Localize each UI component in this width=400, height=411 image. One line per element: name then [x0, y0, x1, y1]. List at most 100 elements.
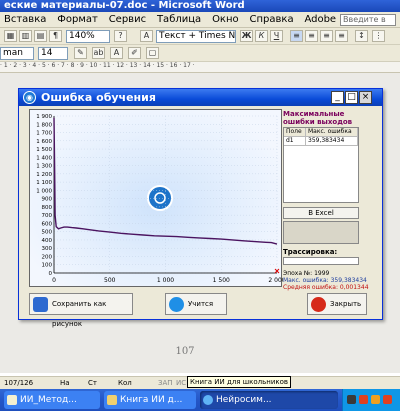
bold-icon[interactable]: Ж	[240, 30, 253, 42]
word-title-bar: еские материалы-07.doc - Microsoft Word	[0, 0, 400, 12]
line-spacing-icon[interactable]: ↕	[355, 30, 368, 42]
y-tick-label: 1 200	[36, 172, 52, 178]
y-tick-label: 100	[42, 263, 53, 269]
align-right-icon[interactable]: ≡	[320, 30, 333, 42]
status-rec[interactable]: ЗАП	[158, 377, 173, 389]
trace-label: Трассировка:	[283, 248, 338, 256]
justify-icon[interactable]: ≡	[335, 30, 348, 42]
trace-progress	[283, 257, 359, 265]
system-tray	[342, 389, 400, 411]
tray-icon[interactable]	[347, 395, 356, 404]
max-error-label: Макс. ошибка: 359,383434	[283, 277, 367, 284]
border-icon[interactable]: ▢	[146, 47, 159, 59]
font-color-icon[interactable]: A	[110, 47, 123, 59]
status-page: 107/126	[4, 379, 34, 387]
menu-item-window[interactable]: Окно	[208, 12, 243, 28]
x-tick-label: 0	[52, 277, 56, 284]
close-circle-icon	[311, 297, 326, 312]
avg-error-label: Средняя ошибка: 0,001344	[283, 284, 369, 291]
learn-label: Учится	[188, 300, 214, 308]
table-header-max-error: Макс. ошибка	[306, 128, 358, 137]
numbering-icon[interactable]: ⋮	[372, 30, 385, 42]
status-ispr[interactable]: ИС	[176, 377, 186, 389]
task-label: ИИ_Метод...	[20, 395, 77, 405]
taskbar: ИИ_Метод... Книга ИИ д... Нейросим...	[0, 389, 400, 411]
error-series-line	[53, 117, 278, 245]
y-tick-label: 200	[42, 254, 53, 260]
chart-icon[interactable]: ▤	[34, 30, 47, 42]
play-icon	[169, 297, 184, 312]
draw-icon[interactable]: ✐	[128, 47, 141, 59]
y-tick-label: 500	[42, 230, 53, 236]
styles-icon[interactable]: A	[140, 30, 153, 42]
style-select[interactable]: Текст + Times N	[156, 30, 236, 43]
italic-icon[interactable]: К	[255, 30, 268, 42]
formatting-toolbar: man 14 ✎ ab A ✐ ▢	[0, 45, 400, 62]
tray-icon[interactable]	[371, 395, 380, 404]
menu-item-help[interactable]: Справка	[246, 12, 298, 28]
task-button-book[interactable]: Книга ИИ д...	[104, 391, 196, 409]
tray-icon[interactable]	[359, 395, 368, 404]
font-size-select[interactable]: 14	[38, 47, 68, 60]
save-image-icon	[33, 297, 48, 312]
table-cell-field: d1	[284, 137, 306, 146]
maximize-icon[interactable]: □	[345, 91, 358, 104]
align-center-icon[interactable]: ≡	[305, 30, 318, 42]
help-icon[interactable]: ?	[114, 30, 127, 42]
zoom-select[interactable]: 140%	[66, 30, 110, 43]
y-tick-label: 700	[42, 213, 53, 219]
y-tick-label: 1 700	[36, 131, 52, 137]
menu-item-format[interactable]: Формат	[53, 12, 102, 28]
table-header-field: Поле	[284, 128, 306, 137]
y-tick-label: 900	[42, 197, 53, 203]
info-box	[283, 221, 359, 244]
y-tick-label: 400	[42, 238, 53, 244]
y-tick-label: 600	[42, 221, 53, 227]
menu-item-table[interactable]: Таблица	[153, 12, 205, 28]
highlight-icon[interactable]: ab	[92, 47, 105, 59]
x-tick-label: 1 000	[157, 277, 174, 284]
underline-icon[interactable]: Ч	[270, 30, 283, 42]
error-chart-svg: 0 100 200 300 400 500 600 700 800 900 1 000 1 100 1 …	[36, 114, 286, 284]
columns-icon[interactable]: ▥	[19, 30, 32, 42]
close-button[interactable]: Закрыть	[307, 293, 367, 315]
document-icon	[7, 395, 17, 405]
save-image-label: Сохранить как рисунок	[52, 300, 107, 328]
task-label: Книга ИИ д...	[120, 395, 183, 405]
pen-icon[interactable]: ✎	[74, 47, 87, 59]
menu-item-insert[interactable]: Вставка	[0, 12, 50, 28]
neural-logo-icon: ◉	[23, 91, 36, 104]
learn-button[interactable]: Учится	[165, 293, 227, 315]
align-left-icon[interactable]: ≡	[290, 30, 303, 42]
paragraph-icon[interactable]: ¶	[49, 30, 62, 42]
minimize-icon[interactable]: _	[331, 91, 344, 104]
y-tick-label: 1 000	[36, 188, 52, 194]
menu-item-service[interactable]: Сервис	[105, 12, 150, 28]
y-tick-label: 1 900	[36, 114, 52, 120]
task-label: Нейросим...	[216, 395, 272, 405]
close-icon[interactable]: ×	[359, 91, 372, 104]
error-chart: 0 100 200 300 400 500 600 700 800 900 1 000 1 100 1 …	[29, 109, 286, 287]
y-tick-label: 1 400	[36, 155, 52, 161]
save-image-button[interactable]: Сохранить как рисунок	[29, 293, 133, 328]
font-select[interactable]: man	[0, 47, 34, 60]
tooltip: Книга ИИ для школьников	[187, 376, 292, 388]
epoch-label: Эпоха №: 1999	[283, 270, 330, 277]
status-at: На	[60, 379, 70, 387]
dialog-title: Ошибка обучения	[19, 89, 382, 106]
standard-toolbar: ▦ ▥ ▤ ¶ 140% ? A Текст + Times N Ж К Ч ≡…	[0, 28, 400, 45]
y-tick-label: 300	[42, 246, 53, 252]
status-col: Кол	[118, 379, 132, 387]
tray-icon[interactable]	[383, 395, 392, 404]
y-tick-label: 1 600	[36, 139, 52, 145]
excel-export-button[interactable]: В Excel	[283, 207, 359, 219]
watermark-logo-icon	[147, 185, 173, 211]
table-icon[interactable]: ▦	[4, 30, 17, 42]
close-label: Закрыть	[330, 300, 362, 308]
y-tick-label: 1 500	[36, 147, 52, 153]
help-search-input[interactable]: Введите в	[340, 14, 396, 26]
task-button-method[interactable]: ИИ_Метод...	[4, 391, 100, 409]
task-button-neurosim[interactable]: Нейросим...	[200, 391, 338, 409]
x-tick-label: 500	[104, 277, 116, 284]
ruler: · 1 · 2 · 3 · 4 · 5 · 6 · 7 · 8 · 9 · 10…	[0, 62, 400, 73]
